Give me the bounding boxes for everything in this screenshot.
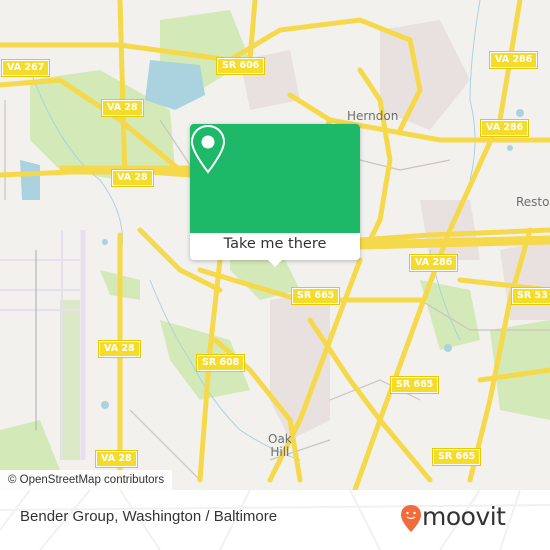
popup-pointer bbox=[266, 258, 284, 267]
route-shield-va28: VA 28 bbox=[98, 340, 141, 358]
route-shield-va286: VA 286 bbox=[488, 51, 539, 69]
route-shield-sr665: SR 665 bbox=[389, 376, 440, 394]
footer: Bender Group, Washington / Baltimore moo… bbox=[0, 490, 550, 550]
location-pin-icon bbox=[190, 124, 226, 174]
moovit-pin-icon bbox=[401, 505, 421, 532]
route-shield-va286: VA 286 bbox=[479, 119, 530, 137]
route-shield-va267: VA 267 bbox=[0, 59, 51, 77]
moovit-wordmark: moovit bbox=[422, 502, 506, 531]
route-shield-sr665: SR 665 bbox=[290, 287, 341, 305]
destination-popup: Take me there bbox=[190, 124, 360, 267]
popup-header bbox=[190, 124, 360, 233]
map[interactable]: VA 267 SR 606 VA 28 VA 28 VA 28 VA 28 VA… bbox=[0, 0, 550, 490]
route-shield-va28: VA 28 bbox=[95, 450, 138, 468]
map-attribution[interactable]: © OpenStreetMap contributors bbox=[0, 470, 173, 490]
route-shield-va28: VA 28 bbox=[101, 99, 144, 117]
take-me-there-button[interactable]: Take me there bbox=[190, 233, 360, 260]
place-label-oak-hill: Oak Hill bbox=[268, 432, 292, 459]
location-title: Bender Group, Washington / Baltimore bbox=[20, 508, 278, 525]
route-shield-sr53x: SR 53 bbox=[511, 287, 550, 305]
route-shield-va28: VA 28 bbox=[111, 169, 154, 187]
moovit-logo[interactable]: moovit bbox=[400, 502, 510, 538]
route-shield-sr608: SR 608 bbox=[195, 354, 246, 372]
route-shield-va286: VA 286 bbox=[408, 254, 459, 272]
place-label-reston: Resto bbox=[516, 195, 550, 209]
place-label-herndon: Herndon bbox=[347, 109, 399, 123]
route-shield-sr606: SR 606 bbox=[215, 57, 266, 75]
route-shield-sr665: SR 665 bbox=[431, 448, 482, 466]
